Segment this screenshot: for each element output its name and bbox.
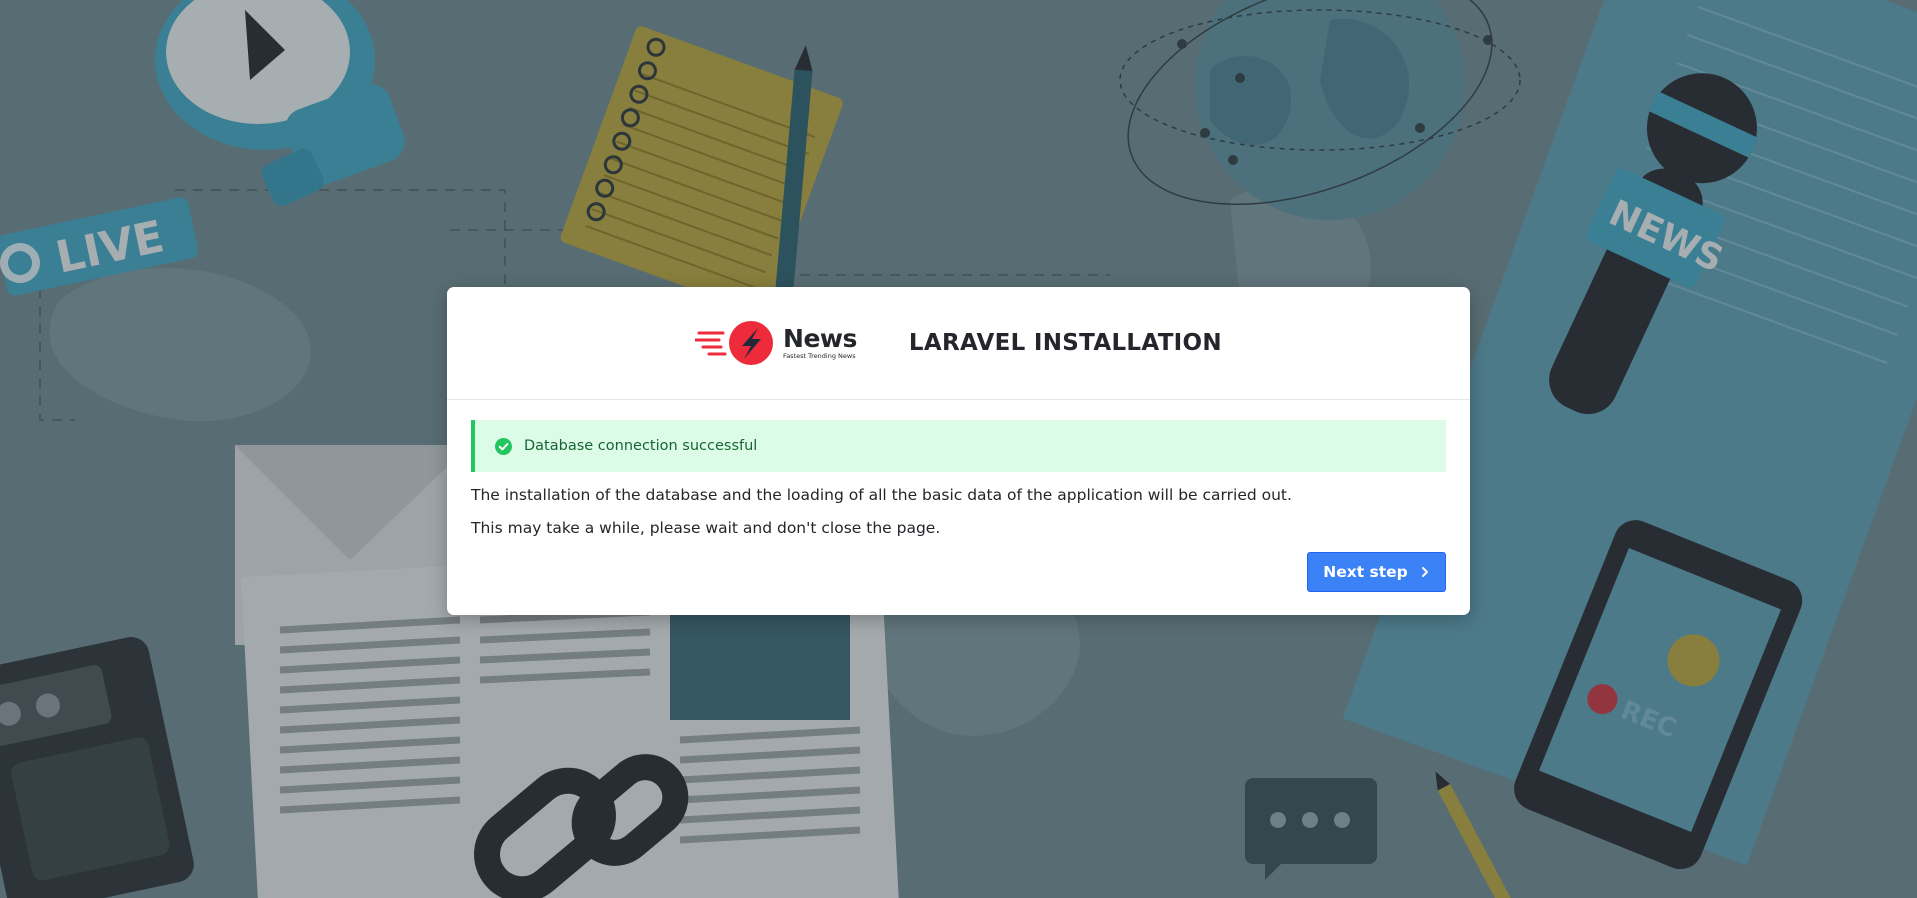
alert-message: Database connection successful bbox=[524, 438, 758, 454]
page-title: LARAVEL INSTALLATION bbox=[908, 330, 1222, 356]
info-paragraph-2: This may take a while, please wait and d… bbox=[471, 519, 941, 537]
lightning-logo-icon bbox=[695, 321, 774, 365]
brand-logo: News Fastest Trending News bbox=[695, 319, 857, 367]
check-circle-icon bbox=[495, 437, 512, 455]
success-alert: Database connection successful bbox=[471, 420, 1446, 472]
brand-name: News bbox=[783, 324, 857, 354]
actions-row: Next step bbox=[471, 552, 1446, 592]
next-step-button[interactable]: Next step bbox=[1307, 552, 1446, 592]
card-header: News Fastest Trending News LARAVEL INSTA… bbox=[447, 287, 1470, 400]
chevron-right-icon bbox=[1421, 567, 1428, 577]
next-step-label: Next step bbox=[1323, 563, 1408, 581]
info-paragraph-1: The installation of the database and the… bbox=[471, 486, 1292, 504]
installer-card: News Fastest Trending News LARAVEL INSTA… bbox=[447, 287, 1470, 615]
card-body: Database connection successful The insta… bbox=[447, 400, 1470, 612]
brand-tagline: Fastest Trending News bbox=[783, 352, 856, 361]
